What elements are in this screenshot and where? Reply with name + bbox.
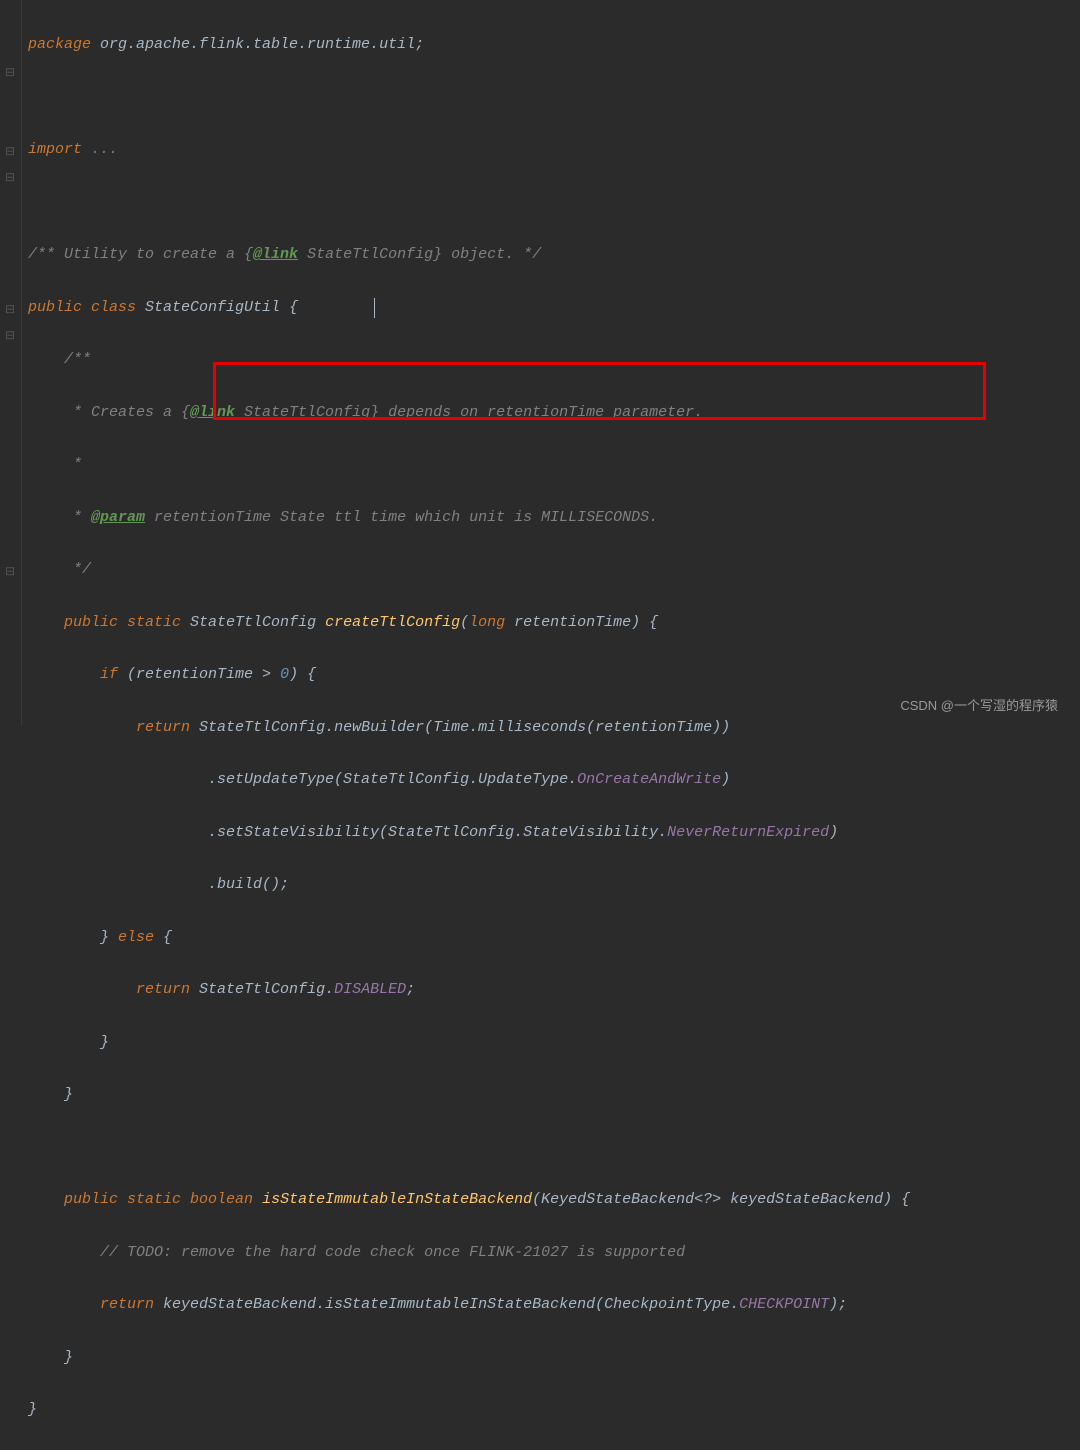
keyword-boolean: boolean [190, 1191, 262, 1208]
brace: { [289, 299, 298, 316]
method-name-isStateImmutable: isStateImmutableInStateBackend [262, 1191, 532, 1208]
number-literal: 0 [280, 666, 289, 683]
keyword-public: public [64, 1191, 127, 1208]
brace-close: } [28, 1086, 73, 1103]
method-name-createTtlConfig: createTtlConfig [325, 614, 460, 631]
return-type: StateTtlConfig [190, 614, 325, 631]
static-method-milliseconds: milliseconds [478, 719, 586, 736]
keyword-static: static [127, 614, 190, 631]
keyword-public: public [28, 299, 91, 316]
static-method-newBuilder: newBuilder [334, 719, 424, 736]
keyword-class: class [91, 299, 145, 316]
keyword-import: import [28, 141, 82, 158]
keyword-return: return [136, 981, 199, 998]
javadoc-line: * [28, 456, 82, 473]
keyword-package: package [28, 36, 91, 53]
keyword-static: static [127, 1191, 190, 1208]
cursor-icon [374, 298, 375, 318]
class-javadoc: /** Utility to create a {@link StateTtlC… [28, 246, 541, 263]
keyword-return: return [100, 1296, 163, 1313]
gutter [0, 0, 22, 726]
enum-OnCreateAndWrite: OnCreateAndWrite [577, 771, 721, 788]
fold-icon[interactable] [3, 171, 17, 185]
javadoc-close: */ [28, 561, 91, 578]
keyword-public: public [64, 614, 127, 631]
brace-close: } [28, 1034, 109, 1051]
keyword-return: return [136, 719, 199, 736]
enum-DISABLED: DISABLED [334, 981, 406, 998]
code-editor[interactable]: package org.apache.flink.table.runtime.u… [22, 0, 1080, 726]
brace-close: } [28, 1401, 37, 1418]
fold-icon[interactable] [3, 145, 17, 159]
param-tag: @param [91, 509, 145, 526]
param-name: retentionTime [514, 614, 631, 631]
keyword-if: if [100, 666, 127, 683]
javadoc-open: /** [28, 351, 91, 368]
fold-icon[interactable] [3, 66, 17, 80]
fold-icon[interactable] [3, 303, 17, 317]
link-tag: @link [253, 246, 298, 263]
package-name: org.apache.flink.table.runtime.util; [91, 36, 424, 53]
watermark-text: CSDN @一个写湿的程序猿 [900, 695, 1058, 718]
folded-import[interactable]: ... [82, 141, 118, 158]
enum-NeverReturnExpired: NeverReturnExpired [667, 824, 829, 841]
keyword-else: else [118, 929, 163, 946]
enum-CHECKPOINT: CHECKPOINT [739, 1296, 829, 1313]
keyword-long: long [469, 614, 514, 631]
class-name: StateConfigUtil [145, 299, 289, 316]
todo-comment: // TODO: remove the hard code check once… [28, 1244, 685, 1261]
link-tag: @link [190, 404, 235, 421]
brace-close: } [28, 1349, 73, 1366]
fold-icon[interactable] [3, 565, 17, 579]
fold-icon[interactable] [3, 329, 17, 343]
javadoc-line: * Creates a {@link StateTtlConfig} depen… [28, 404, 703, 421]
javadoc-line: * @param retentionTime State ttl time wh… [28, 509, 658, 526]
